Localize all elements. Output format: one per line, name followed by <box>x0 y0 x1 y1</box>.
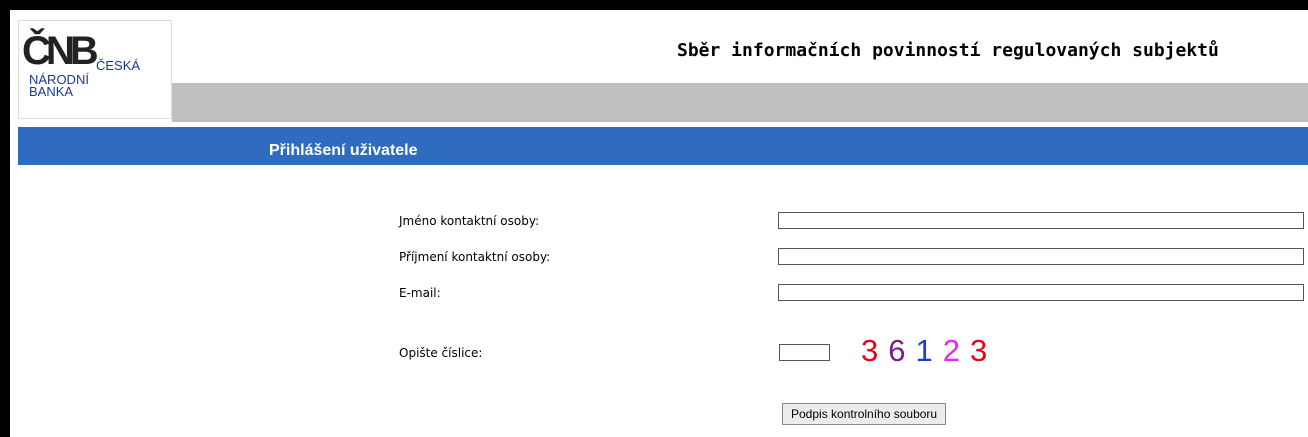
email-input[interactable] <box>778 284 1304 301</box>
section-bar: Přihlášení uživatele <box>18 127 1308 165</box>
captcha-digit: 6 <box>888 333 906 368</box>
gray-header-bar <box>172 83 1308 122</box>
cnb-logo: ČNB ČESKÁ NÁRODNÍ BANKA <box>18 20 172 119</box>
captcha-input[interactable] <box>779 344 830 361</box>
captcha-image: 36123 <box>861 333 997 369</box>
captcha-digit: 2 <box>942 333 960 368</box>
section-heading: Přihlášení uživatele <box>269 142 418 159</box>
first-name-input[interactable] <box>778 212 1304 229</box>
sign-control-file-button[interactable]: Podpis kontrolního souboru <box>782 403 947 425</box>
email-label: E-mail: <box>399 286 441 300</box>
last-name-label: Příjmení kontaktní osoby: <box>399 250 551 264</box>
captcha-digit: 3 <box>970 333 988 368</box>
logo-mark: ČNB <box>22 29 99 73</box>
logo-text-line1: ČESKÁ <box>96 58 141 73</box>
captcha-label: Opište číslice: <box>399 346 483 360</box>
captcha-digit: 1 <box>915 333 933 368</box>
first-name-label: Jméno kontaktní osoby: <box>399 214 540 228</box>
logo-text-line3: BANKA <box>29 84 74 99</box>
page: ČNB ČESKÁ NÁRODNÍ BANKA Sběr informačníc… <box>10 10 1308 437</box>
captcha-digit: 3 <box>861 333 879 368</box>
last-name-input[interactable] <box>778 248 1304 265</box>
page-title: Sběr informačních povinností regulovanýc… <box>677 40 1219 61</box>
